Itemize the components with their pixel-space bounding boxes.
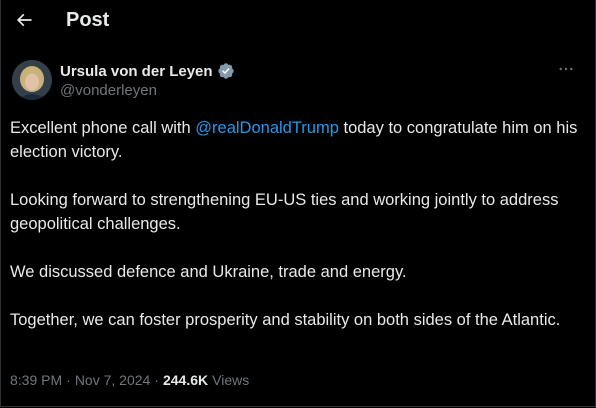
- author-handle[interactable]: @vonderleyen: [60, 82, 157, 99]
- views-count: 244.6K: [162, 372, 209, 388]
- page-title: Post: [66, 9, 110, 31]
- tweet-time[interactable]: 8:39 PM: [10, 372, 62, 388]
- verified-badge-icon[interactable]: [217, 62, 235, 80]
- author-name-row: Ursula von der Leyen: [60, 62, 235, 80]
- author-display-name[interactable]: Ursula von der Leyen: [60, 63, 213, 80]
- meta-separator: ·: [66, 372, 71, 388]
- tweet-paragraph-4: Together, we can foster prosperity and s…: [10, 311, 561, 329]
- more-options-button[interactable]: [552, 60, 580, 82]
- post-header: Post: [0, 0, 596, 44]
- tweet-date[interactable]: Nov 7, 2024: [75, 372, 151, 388]
- tweet-text-segment: Excellent phone call with: [10, 119, 196, 137]
- views-label: Views: [212, 372, 250, 388]
- tweet-paragraph-2: Looking forward to strengthening EU-US t…: [10, 191, 559, 233]
- more-horizontal-icon: [557, 60, 575, 83]
- back-button[interactable]: [8, 6, 40, 38]
- tweet-text: Excellent phone call with @realDonaldTru…: [10, 116, 585, 356]
- meta-separator: ·: [154, 372, 159, 388]
- avatar[interactable]: [12, 60, 52, 100]
- tweet-meta: 8:39 PM · Nov 7, 2024 · 244.6K Views: [10, 372, 249, 388]
- tweet-paragraph-1: Excellent phone call with @realDonaldTru…: [10, 116, 585, 164]
- mention-link[interactable]: @realDonaldTrump: [195, 119, 339, 137]
- arrow-left-icon: [14, 10, 34, 35]
- tweet-paragraph-3: We discussed defence and Ukraine, trade …: [10, 263, 407, 281]
